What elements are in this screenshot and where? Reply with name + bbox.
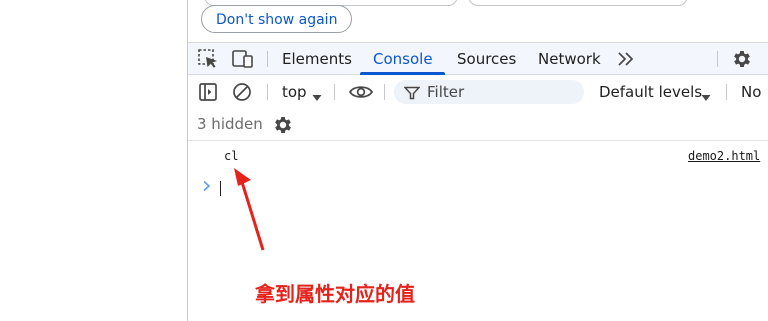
context-dropdown-icon[interactable] bbox=[311, 88, 323, 101]
tab-sources[interactable]: Sources bbox=[457, 43, 516, 75]
toolbar-separator bbox=[267, 84, 268, 100]
console-prompt-chevron-icon bbox=[202, 177, 212, 196]
tab-console[interactable]: Console bbox=[373, 43, 433, 75]
filter-input[interactable]: Filter bbox=[394, 80, 584, 104]
toolbar-separator bbox=[334, 84, 335, 100]
log-levels-value: Default levels bbox=[599, 83, 703, 101]
clear-console-icon[interactable] bbox=[232, 82, 254, 102]
console-log-source-link[interactable]: demo2.html bbox=[688, 149, 760, 163]
issues-counter[interactable]: No bbox=[741, 75, 761, 109]
filter-funnel-icon bbox=[403, 85, 421, 100]
device-toolbar-icon[interactable] bbox=[232, 49, 254, 69]
console-settings-gear-icon[interactable] bbox=[272, 114, 294, 134]
hidden-count: 3 hidden bbox=[197, 115, 263, 133]
levels-dropdown-icon[interactable] bbox=[700, 88, 712, 101]
annotation-arrow-icon bbox=[234, 168, 265, 251]
log-levels-selector[interactable]: Default levels bbox=[599, 75, 702, 109]
context-selector[interactable]: top bbox=[282, 75, 307, 109]
hidden-messages-bar: 3 hidden bbox=[188, 109, 768, 141]
annotation-text: 拿到属性对应的值 bbox=[255, 282, 415, 306]
toolbar-separator bbox=[384, 84, 385, 100]
page-viewport bbox=[0, 0, 187, 321]
tab-elements[interactable]: Elements bbox=[282, 43, 352, 75]
context-selector-value: top bbox=[282, 83, 307, 101]
tab-network[interactable]: Network bbox=[538, 43, 601, 75]
banner-button-partial[interactable] bbox=[468, 0, 688, 6]
tabbar-separator bbox=[717, 51, 718, 67]
dont-show-again-button[interactable]: Don't show again bbox=[201, 5, 353, 33]
notification-banner: Don't show again bbox=[188, 0, 768, 42]
devtools-tabbar: Elements Console Sources Network bbox=[188, 42, 768, 75]
show-sidebar-icon[interactable] bbox=[198, 82, 220, 102]
tabbar-separator bbox=[267, 51, 268, 67]
more-tabs-chevron-icon[interactable] bbox=[616, 50, 638, 70]
live-expression-eye-icon[interactable] bbox=[348, 82, 374, 102]
inspect-element-icon[interactable] bbox=[198, 49, 220, 69]
filter-placeholder: Filter bbox=[427, 83, 465, 101]
settings-gear-icon[interactable] bbox=[731, 48, 753, 68]
toolbar-separator bbox=[726, 84, 727, 100]
console-toolbar: top Filter Default levels No bbox=[188, 75, 768, 109]
